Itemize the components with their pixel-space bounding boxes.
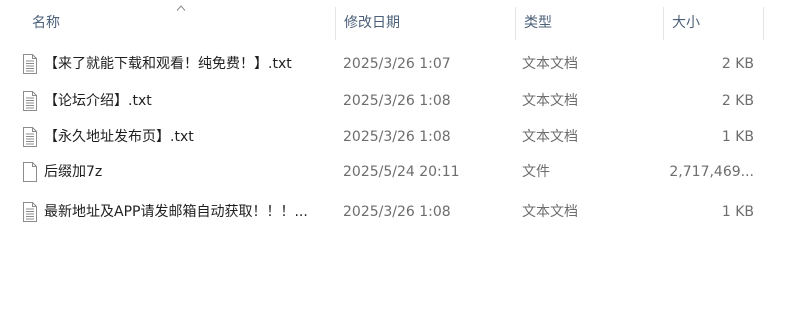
file-type: 文件 xyxy=(522,164,550,180)
column-header-type[interactable]: 类型 xyxy=(516,7,664,40)
text-file-icon xyxy=(23,54,37,74)
column-header-date-modified[interactable]: 修改日期 xyxy=(336,7,516,40)
file-row[interactable]: 【论坛介绍】.txt 2025/3/26 1:08 文本文档 2 KB xyxy=(16,87,760,115)
file-size: 1 KB xyxy=(721,204,754,220)
file-date-modified: 2025/3/26 1:08 xyxy=(343,129,451,145)
column-header-size[interactable]: 大小 xyxy=(664,7,764,40)
file-name: 【论坛介绍】.txt xyxy=(44,93,152,109)
file-type: 文本文档 xyxy=(522,129,578,145)
file-size: 1 KB xyxy=(721,129,754,145)
file-name: 后缀加7z xyxy=(44,164,103,180)
column-header-name[interactable]: 名称 xyxy=(24,7,336,40)
file-date-modified: 2025/3/26 1:08 xyxy=(343,204,451,220)
file-type: 文本文档 xyxy=(522,93,578,109)
file-name: 【永久地址发布页】.txt xyxy=(44,129,194,145)
blank-file-icon xyxy=(23,162,37,182)
file-row[interactable]: 【来了就能下载和观看！纯免费！】.txt 2025/3/26 1:07 文本文档… xyxy=(16,50,760,78)
file-row-selected[interactable]: 后缀加7z 2025/5/24 20:11 文件 2,717,469... xyxy=(16,158,760,187)
file-size: 2 KB xyxy=(721,93,754,109)
file-name: 最新地址及APP请发邮箱自动获取！！！... xyxy=(44,204,308,220)
file-type: 文本文档 xyxy=(522,56,578,72)
text-file-icon xyxy=(23,91,37,111)
file-list: 名称 修改日期 类型 大小 【来了就能下载和观看！纯免费！】.txt 2025/… xyxy=(0,0,800,319)
column-header-bar: 名称 修改日期 类型 大小 xyxy=(0,0,800,40)
file-row[interactable]: 最新地址及APP请发邮箱自动获取！！！... 2025/3/26 1:08 文本… xyxy=(16,198,760,226)
file-name: 【来了就能下载和观看！纯免费！】.txt xyxy=(44,56,292,72)
file-size: 2 KB xyxy=(721,56,754,72)
file-size: 2,717,469... xyxy=(669,164,754,180)
file-date-modified: 2025/3/26 1:08 xyxy=(343,93,451,109)
text-file-icon xyxy=(23,202,37,222)
text-file-icon xyxy=(23,127,37,147)
file-date-modified: 2025/5/24 20:11 xyxy=(343,164,460,180)
file-date-modified: 2025/3/26 1:07 xyxy=(343,56,451,72)
file-type: 文本文档 xyxy=(522,204,578,220)
file-row[interactable]: 【永久地址发布页】.txt 2025/3/26 1:08 文本文档 1 KB xyxy=(16,123,760,151)
